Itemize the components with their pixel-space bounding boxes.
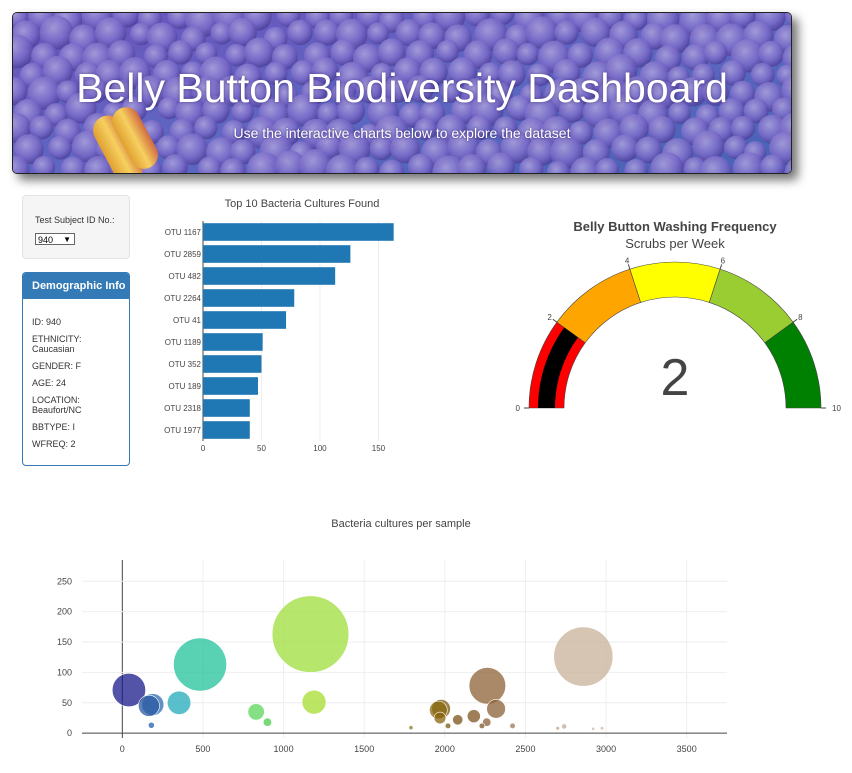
bubble-point[interactable] <box>478 722 486 729</box>
page-title: Belly Button Biodiversity Dashboard <box>76 65 728 111</box>
page-subtitle: Use the interactive charts below to expl… <box>233 125 571 141</box>
bubble-x-tick-label: 2500 <box>515 744 535 754</box>
top10-bar-chart[interactable]: Top 10 Bacteria Cultures Found OTU 1167 O… <box>140 190 410 455</box>
bubble-point[interactable] <box>301 689 327 715</box>
gauge-tick-label: 10 <box>832 404 841 413</box>
bubble-point[interactable] <box>591 726 596 731</box>
bubble-y-tick-label: 200 <box>57 607 72 617</box>
bubble-point[interactable] <box>468 667 507 705</box>
bubble-point[interactable] <box>433 711 447 725</box>
gauge-tick <box>792 318 798 323</box>
bar-category-label: OTU 1167 <box>165 228 202 237</box>
subject-id-value: 940 <box>38 235 54 245</box>
bubble-x-tick-label: 3000 <box>596 744 616 754</box>
bubble-y-tick-label: 250 <box>57 576 72 586</box>
gauge-value-number: 2 <box>661 349 690 407</box>
bubble-chart[interactable]: Bacteria cultures per sample 0 500 1000 150… <box>0 505 852 773</box>
washing-frequency-gauge[interactable]: Belly Button Washing Frequency Scrubs pe… <box>505 208 850 423</box>
bubble-point[interactable] <box>452 714 464 726</box>
bubble-point[interactable] <box>555 726 560 731</box>
demographic-info-panel: Demographic Info ID: 940 ETHNICITY: Cauc… <box>22 272 130 466</box>
bar-category-label: OTU 1977 <box>164 426 201 435</box>
bar-category-label: OTU 482 <box>169 272 202 281</box>
bar-category-label: OTU 352 <box>169 360 202 369</box>
bar-otu-1167[interactable] <box>203 223 394 241</box>
gauge-tick-label: 8 <box>798 313 803 322</box>
bar-x-tick-label: 100 <box>313 444 327 453</box>
bar-category-label: OTU 189 <box>169 382 202 391</box>
bubble-point[interactable] <box>561 723 568 730</box>
demo-location: LOCATION: Beaufort/NC <box>32 395 82 415</box>
bubble-point[interactable] <box>408 725 414 731</box>
bubble-point[interactable] <box>247 703 265 721</box>
bubble-point[interactable] <box>553 626 614 687</box>
bubble-point[interactable] <box>173 637 227 692</box>
demo-wfreq: WFREQ: 2 <box>32 439 76 449</box>
subject-id-select[interactable]: 940 ▼ <box>35 233 75 245</box>
demo-age: AGE: 24 <box>32 378 67 388</box>
bar-category-label: OTU 2318 <box>164 404 201 413</box>
bar-otu-2859[interactable] <box>203 245 351 263</box>
bar-category-label: OTU 41 <box>173 316 202 325</box>
demographic-info-body: ID: 940 ETHNICITY: Caucasian GENDER: F A… <box>23 299 129 449</box>
gauge-step-4-6 <box>629 261 721 303</box>
bubble-point[interactable] <box>138 694 160 717</box>
bubble-x-tick-label: 0 <box>120 744 125 754</box>
bar-category-label: OTU 2264 <box>164 294 201 303</box>
chevron-down-icon: ▼ <box>63 235 71 244</box>
gauge-tick-label: 6 <box>721 257 726 266</box>
bubble-y-tick-label: 0 <box>67 728 72 738</box>
gauge-tick <box>552 318 558 323</box>
bar-category-label: OTU 2859 <box>164 250 201 259</box>
bubble-point[interactable] <box>466 709 481 724</box>
gauge-tick-label: 2 <box>547 313 552 322</box>
bar-otu-482[interactable] <box>203 267 336 285</box>
demo-ethnicity: ETHNICITY: Caucasian <box>32 334 82 354</box>
demo-id: ID: 940 <box>32 317 62 327</box>
bubble-point[interactable] <box>167 690 192 715</box>
bar-category-label: OTU 1189 <box>165 338 202 347</box>
bubble-x-tick-label: 500 <box>195 744 210 754</box>
demo-bbtype: BBTYPE: I <box>32 422 76 432</box>
bar-chart-title: Top 10 Bacteria Cultures Found <box>225 198 380 210</box>
demo-gender: GENDER: F <box>32 361 82 371</box>
demographic-info-heading: Demographic Info <box>23 273 129 299</box>
bar-otu-41[interactable] <box>203 311 287 329</box>
gauge-title: Belly Button Washing Frequency <box>573 219 777 234</box>
bar-otu-2264[interactable] <box>203 289 295 307</box>
bubble-point[interactable] <box>147 721 155 729</box>
header-banner: Belly Button Biodiversity Dashboard Use … <box>12 12 792 174</box>
bar-otu-1189[interactable] <box>203 333 263 351</box>
bar-x-tick-label: 150 <box>372 444 386 453</box>
bubble-point[interactable] <box>599 726 605 731</box>
bubble-point[interactable] <box>486 699 506 719</box>
bar-x-tick-label: 0 <box>201 444 206 453</box>
subject-selector-well: Test Subject ID No.: 940 ▼ <box>22 195 130 259</box>
subject-id-label: Test Subject ID No.: <box>35 215 115 225</box>
bubble-y-tick-label: 100 <box>57 667 72 677</box>
bubble-chart-title: Bacteria cultures per sample <box>331 518 470 530</box>
bubble-y-tick-label: 150 <box>57 637 72 647</box>
bubble-x-tick-label: 2000 <box>435 744 455 754</box>
bubble-x-tick-label: 1500 <box>354 744 374 754</box>
bubble-point[interactable] <box>271 595 350 673</box>
bubble-point[interactable] <box>262 717 272 727</box>
bubble-y-tick-label: 50 <box>62 698 72 708</box>
bar-otu-189[interactable] <box>203 377 258 395</box>
bubble-x-tick-label: 1000 <box>274 744 294 754</box>
bubble-point[interactable] <box>444 722 452 729</box>
gauge-subtitle: Scrubs per Week <box>625 236 725 251</box>
bar-x-tick-label: 50 <box>257 444 266 453</box>
bar-otu-1977[interactable] <box>203 421 250 439</box>
gauge-tick-label: 0 <box>516 404 521 413</box>
gauge-tick-label: 4 <box>625 257 630 266</box>
bubble-x-tick-label: 3500 <box>677 744 697 754</box>
bar-otu-2318[interactable] <box>203 399 250 417</box>
bar-otu-352[interactable] <box>203 355 262 373</box>
bubble-point[interactable] <box>509 722 516 729</box>
